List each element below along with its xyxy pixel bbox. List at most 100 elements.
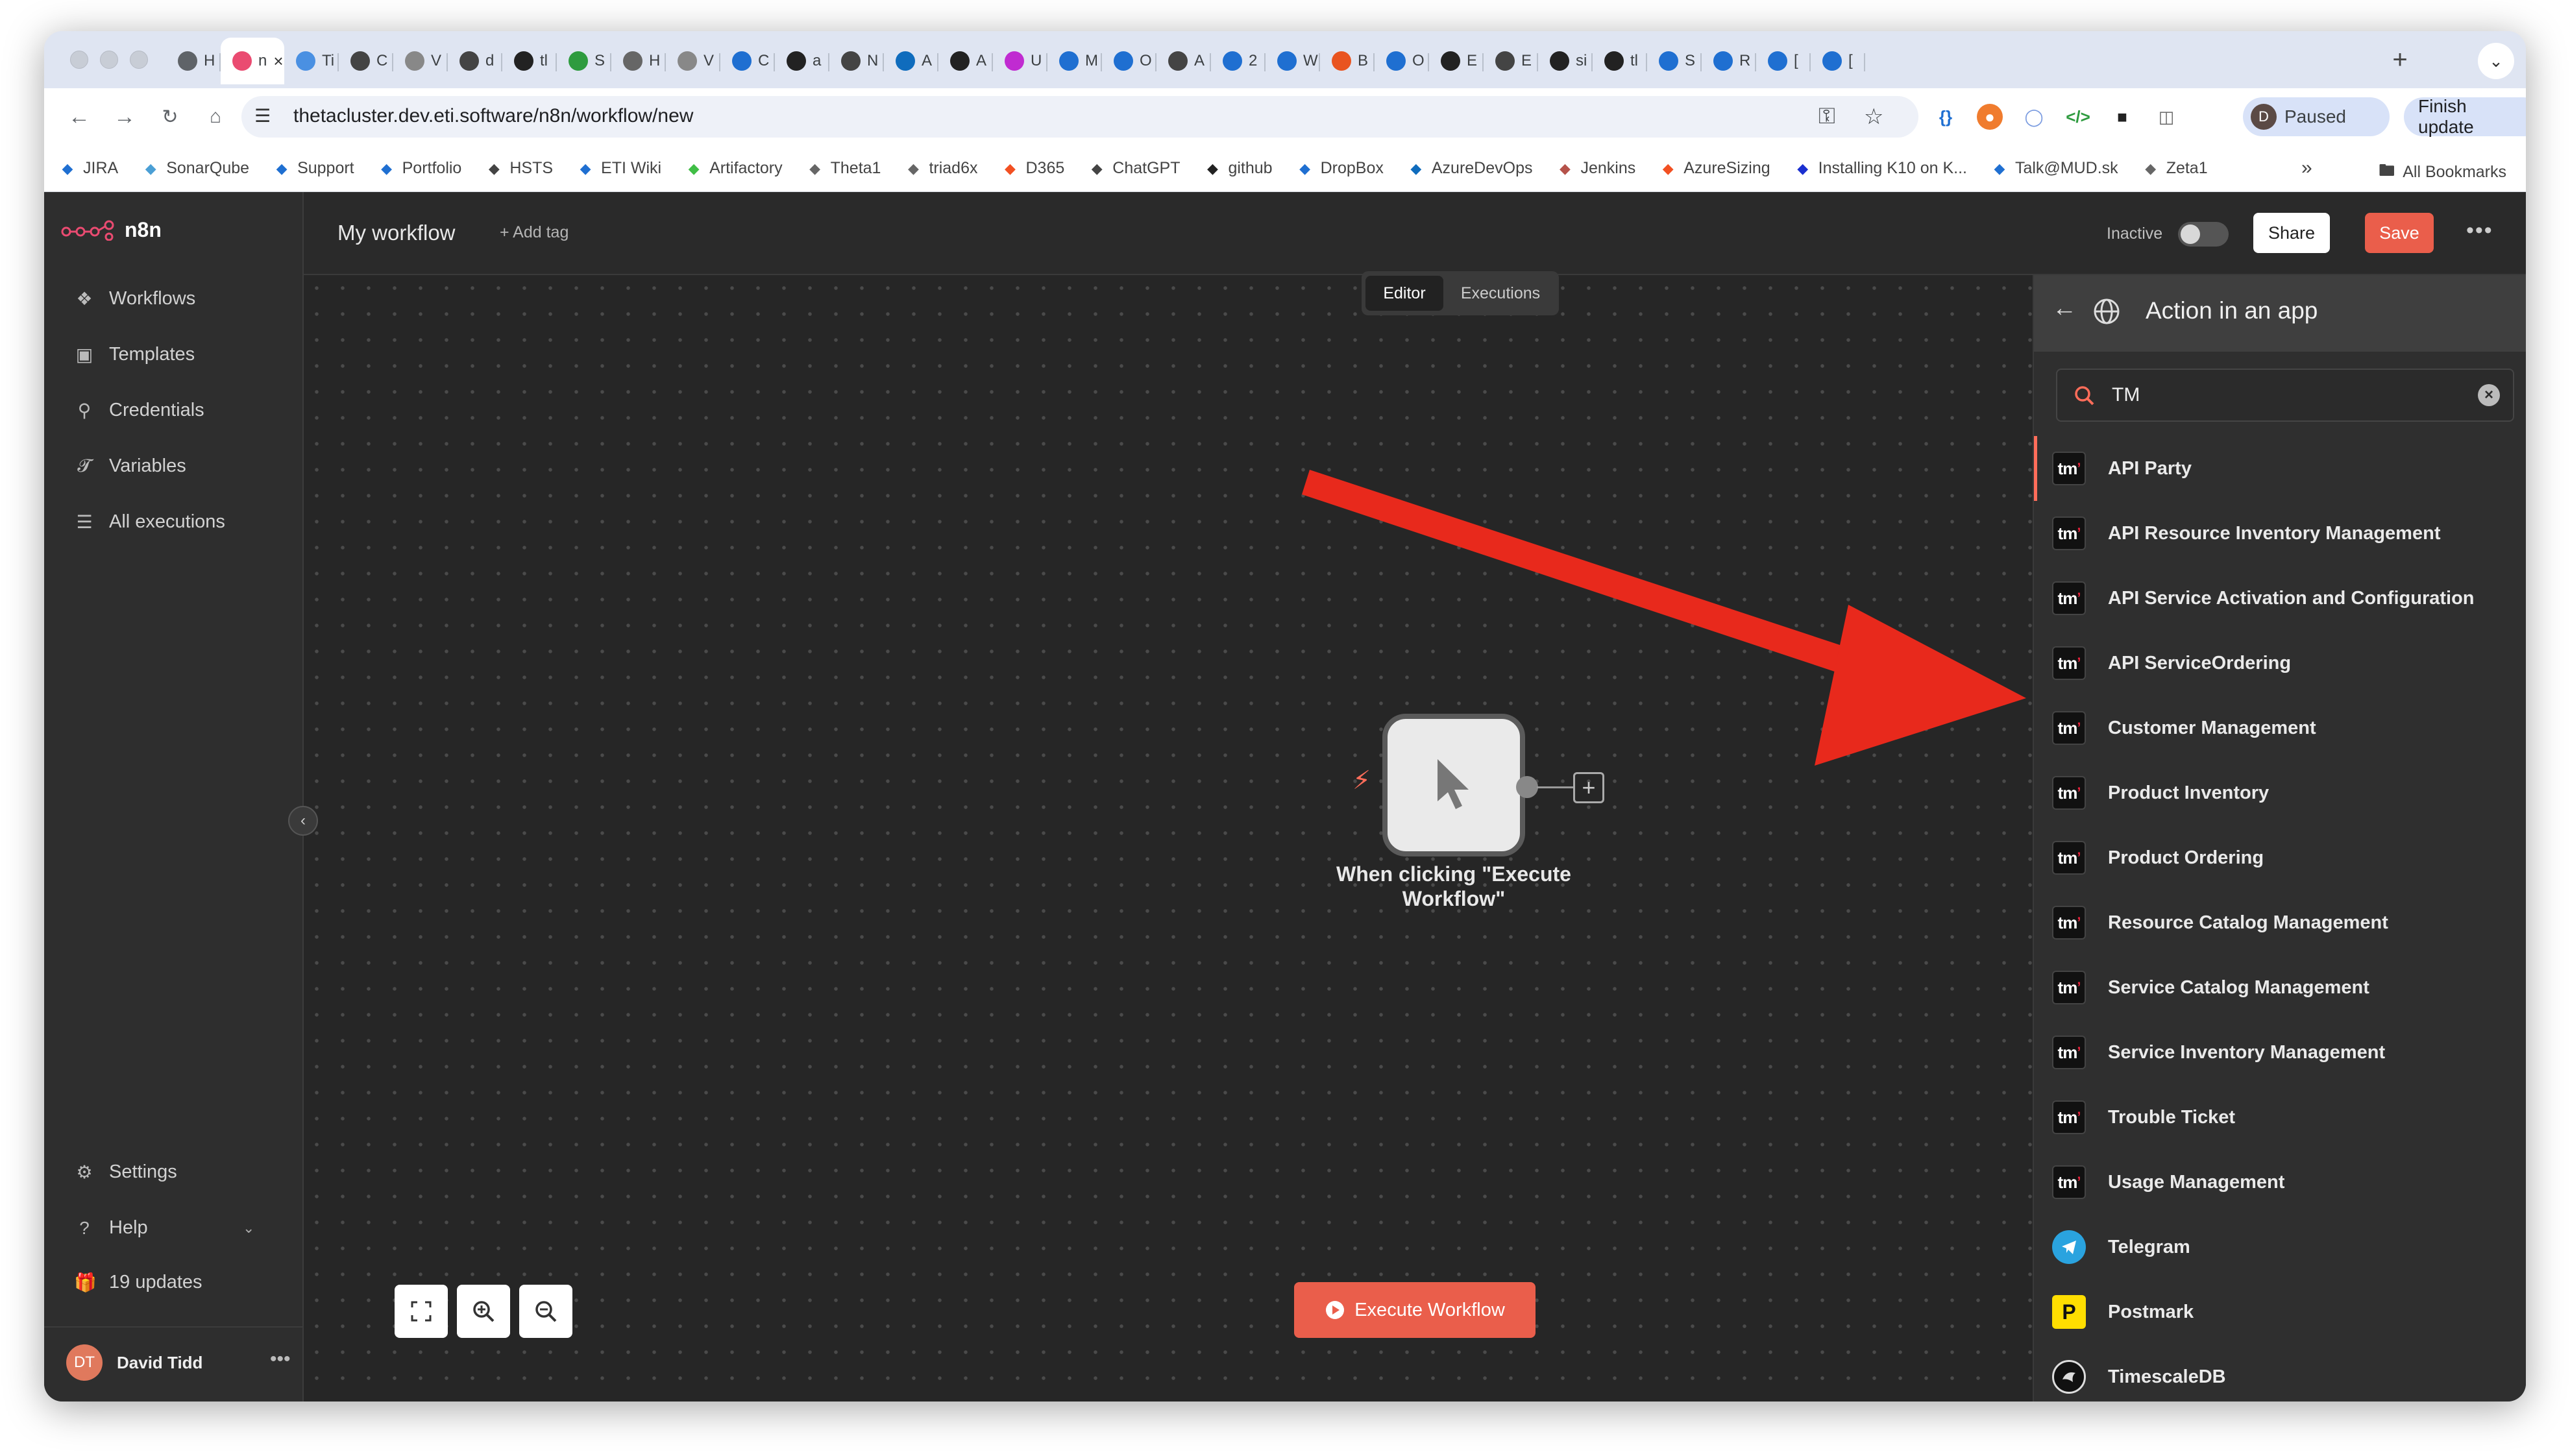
bookmark-item[interactable]: ◆ AzureDevOps	[1407, 159, 1532, 178]
browser-tab[interactable]: M	[1047, 42, 1102, 80]
bookmark-item[interactable]: ◆ Jenkins	[1556, 159, 1635, 178]
bookmark-item[interactable]: ◆ SonarQube	[141, 159, 249, 178]
back-arrow-icon[interactable]: ←	[2052, 295, 2077, 322]
browser-tab[interactable]: a	[775, 42, 829, 80]
node-result-item[interactable]: TimescaleDB	[2034, 1344, 2526, 1401]
bookmark-item[interactable]: ◆ Zeta1	[2142, 159, 2207, 178]
execute-workflow-button[interactable]: Execute Workflow	[1294, 1282, 1536, 1338]
sidebar-item-help[interactable]: ? Help ⌄	[74, 1217, 269, 1239]
close-tab-icon[interactable]: ×	[273, 51, 283, 71]
bookmark-item[interactable]: ◆ D365	[1001, 159, 1064, 178]
bookmark-item[interactable]: ◆ ChatGPT	[1088, 159, 1181, 178]
collapse-sidebar-icon[interactable]: ‹	[288, 806, 318, 836]
tab-editor[interactable]: Editor	[1365, 276, 1443, 311]
browser-tab[interactable]: V	[393, 42, 448, 80]
browser-tab[interactable]: H	[611, 42, 666, 80]
home-icon[interactable]: ⌂	[200, 101, 231, 132]
bookmark-item[interactable]: ◆ Talk@MUD.sk	[1990, 159, 2118, 178]
more-dots-icon[interactable]: •••	[270, 1348, 291, 1370]
zoom-out-button[interactable]	[519, 1285, 572, 1338]
browser-tab[interactable]: W	[1266, 42, 1320, 80]
browser-tab[interactable]: si	[1538, 42, 1593, 80]
workflow-canvas[interactable]: Editor Executions ⚡ + When clicking "Exe…	[304, 271, 2033, 1401]
browser-tab[interactable]: [	[1811, 42, 1865, 80]
node-result-item[interactable]: tm’ API Party	[2034, 436, 2526, 501]
back-icon[interactable]: ←	[64, 101, 95, 132]
node-result-item[interactable]: tm’ API Resource Inventory Management	[2034, 501, 2526, 566]
blue-extension-icon[interactable]: ◯	[2021, 104, 2047, 130]
browser-tab[interactable]: E	[1429, 42, 1484, 80]
add-node-button[interactable]: +	[1573, 772, 1604, 803]
zoom-in-button[interactable]	[457, 1285, 510, 1338]
tab-search-icon[interactable]: ⌄	[2478, 43, 2514, 79]
workflow-menu-icon[interactable]: •••	[2466, 218, 2493, 243]
camera-extension-icon[interactable]: ■	[2109, 104, 2135, 130]
browser-tab[interactable]: S	[557, 42, 611, 80]
bookmark-item[interactable]: ◆ AzureSizing	[1659, 159, 1770, 178]
browser-tab[interactable]: C	[720, 42, 775, 80]
manual-trigger-node[interactable]	[1382, 714, 1525, 856]
sidebar-item-all-executions[interactable]: ☰ All executions	[74, 511, 225, 533]
new-tab-button[interactable]: +	[2380, 40, 2419, 79]
browser-tab[interactable]: E	[1484, 42, 1538, 80]
bookmark-item[interactable]: ◆ Portfolio	[378, 159, 461, 178]
node-result-item[interactable]: P Postmark	[2034, 1280, 2526, 1344]
site-settings-icon[interactable]: ☰	[254, 105, 271, 127]
reload-icon[interactable]: ↻	[154, 101, 186, 132]
n8n-logo[interactable]: n8n	[61, 218, 162, 242]
browser-tab[interactable]: O	[1102, 42, 1156, 80]
bookmark-item[interactable]: ◆ Artifactory	[685, 159, 783, 178]
node-result-item[interactable]: tm’ Product Inventory	[2034, 760, 2526, 825]
minimize-window-button[interactable]	[100, 51, 118, 69]
node-result-item[interactable]: tm’ API Service Activation and Configurat…	[2034, 566, 2526, 631]
bookmark-item[interactable]: ◆ ETI Wiki	[576, 159, 662, 178]
finish-update-button[interactable]: Finish update ⋮	[2404, 96, 2526, 137]
sidebar-item-updates[interactable]: 🎁 19 updates	[74, 1272, 202, 1293]
node-result-item[interactable]: tm’ Usage Management	[2034, 1150, 2526, 1215]
sidebar-item-credentials[interactable]: ⚲ Credentials	[74, 400, 204, 421]
clear-search-icon[interactable]: ×	[2478, 384, 2500, 406]
sidebar-item-templates[interactable]: ▣ Templates	[74, 344, 195, 365]
user-menu[interactable]: DT David Tidd •••	[66, 1344, 291, 1381]
node-result-item[interactable]: tm’ Resource Catalog Management	[2034, 890, 2526, 955]
browser-tab[interactable]: A	[1156, 42, 1211, 80]
add-tag-button[interactable]: + Add tag	[500, 223, 569, 242]
fit-view-button[interactable]	[395, 1285, 448, 1338]
save-button[interactable]: Save	[2365, 213, 2434, 253]
sidebar-item-settings[interactable]: ⚙ Settings	[74, 1161, 177, 1183]
close-window-button[interactable]	[70, 51, 88, 69]
browser-tab[interactable]: A	[938, 42, 993, 80]
activation-toggle[interactable]	[2178, 222, 2229, 247]
puzzle-extensions-icon[interactable]: ◫	[2153, 104, 2179, 130]
browser-tab[interactable]: H	[166, 42, 221, 80]
browser-tab[interactable]: O	[1375, 42, 1429, 80]
node-result-item[interactable]: tm’ Service Inventory Management	[2034, 1020, 2526, 1085]
bookmark-item[interactable]: ◆ triad6x	[904, 159, 978, 178]
node-result-item[interactable]: tm’ Service Catalog Management	[2034, 955, 2526, 1020]
browser-tab[interactable]: Ti	[284, 42, 339, 80]
sidebar-item-workflows[interactable]: ❖ Workflows	[74, 288, 195, 309]
browser-tab[interactable]: N	[829, 42, 884, 80]
sidebar-item-variables[interactable]: 𝓣 Variables	[74, 455, 186, 477]
browser-tab[interactable]: n ×	[221, 38, 284, 84]
all-bookmarks-button[interactable]: 🖿 All Bookmarks	[2379, 158, 2506, 186]
browser-tab[interactable]: 2	[1211, 42, 1266, 80]
browser-tab[interactable]: V	[666, 42, 720, 80]
browser-tab[interactable]: S	[1647, 42, 1702, 80]
browser-tab[interactable]: d	[448, 42, 502, 80]
browser-tab[interactable]: tl	[1593, 42, 1647, 80]
node-output-handle[interactable]	[1516, 776, 1538, 798]
bookmark-item[interactable]: ◆ Support	[273, 159, 354, 178]
browser-tab[interactable]: [	[1756, 42, 1811, 80]
browser-tab[interactable]: B	[1320, 42, 1375, 80]
node-result-item[interactable]: tm’ API ServiceOrdering	[2034, 631, 2526, 696]
json-extension-icon[interactable]: {}	[1933, 104, 1959, 130]
workflow-name[interactable]: My workflow	[337, 221, 456, 245]
forward-icon[interactable]: →	[109, 101, 140, 132]
node-result-item[interactable]: tm’ Product Ordering	[2034, 825, 2526, 890]
tab-executions[interactable]: Executions	[1446, 276, 1555, 311]
browser-tab[interactable]: U	[993, 42, 1047, 80]
orange-extension-icon[interactable]: ●	[1977, 104, 2003, 130]
browser-tab[interactable]: C	[339, 42, 393, 80]
browser-tab[interactable]: R	[1702, 42, 1756, 80]
